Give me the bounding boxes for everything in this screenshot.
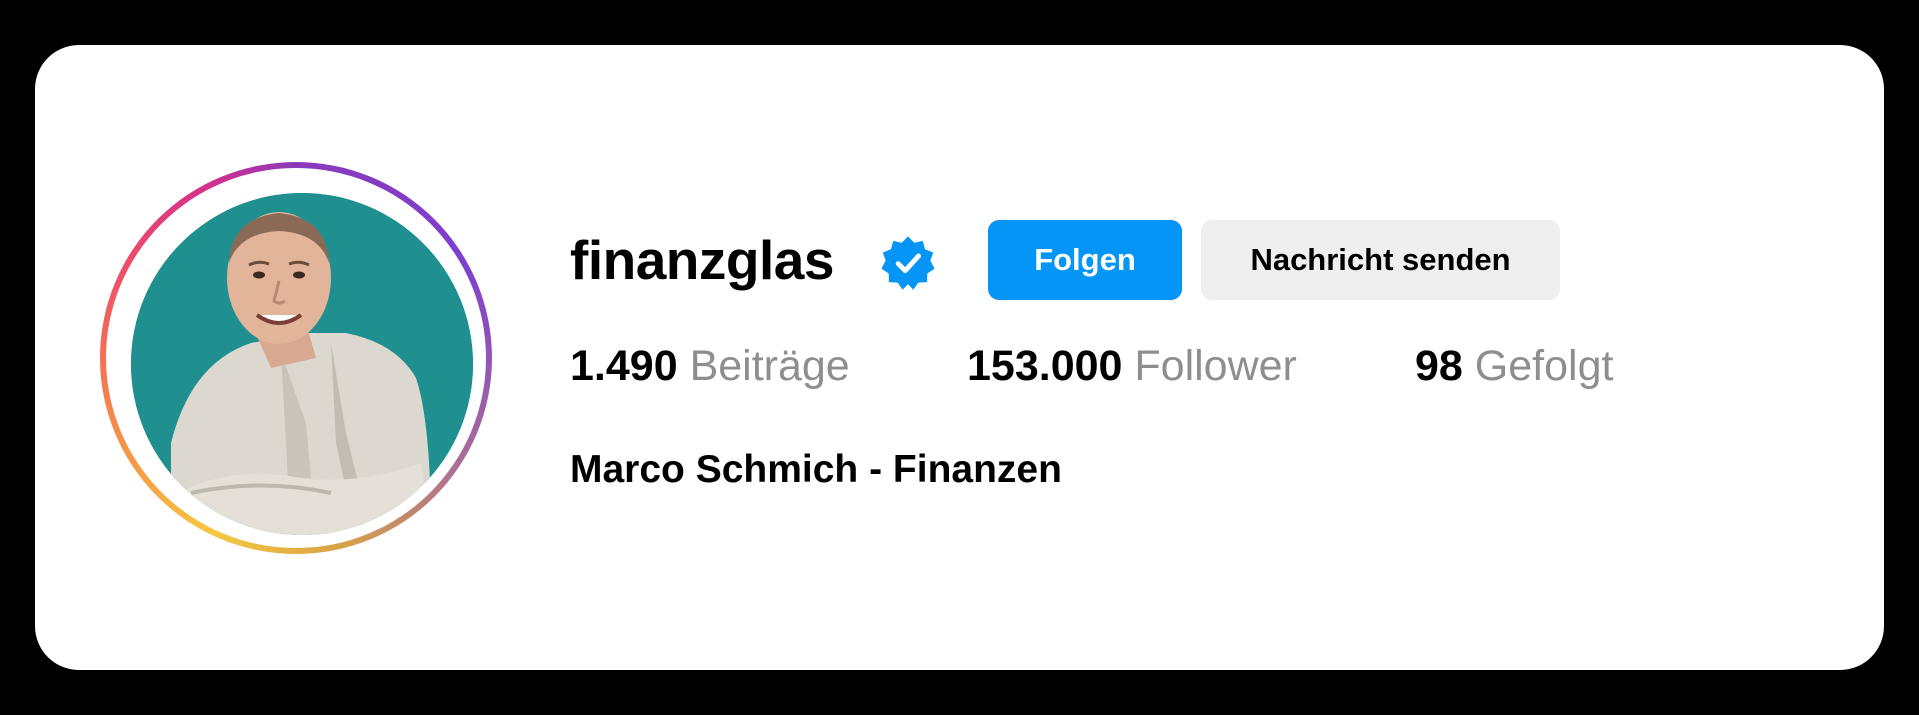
followers-count: 153.000	[967, 342, 1123, 390]
avatar[interactable]	[131, 193, 473, 535]
profile-full-name: Marco Schmich - Finanzen	[570, 448, 1062, 491]
following-label: Gefolgt	[1474, 342, 1614, 390]
verified-badge-icon	[881, 236, 935, 290]
followers-label: Follower	[1134, 342, 1297, 390]
following-count: 98	[1415, 342, 1463, 390]
stat-posts[interactable]: 1.490 Beiträge	[570, 345, 850, 388]
profile-username: finanzglas	[570, 229, 834, 291]
posts-count: 1.490	[570, 342, 678, 390]
send-message-button[interactable]: Nachricht senden	[1201, 220, 1560, 300]
profile-card: finanzglas Folgen Nachricht senden 1.490…	[35, 45, 1884, 670]
posts-label: Beiträge	[689, 342, 850, 390]
stat-following[interactable]: 98 Gefolgt	[1415, 345, 1613, 388]
avatar-story-ring[interactable]	[100, 162, 492, 554]
avatar-ring-gap	[106, 168, 486, 548]
follow-button[interactable]: Folgen	[988, 220, 1182, 300]
avatar-photo	[131, 193, 473, 535]
stat-followers[interactable]: 153.000 Follower	[967, 345, 1297, 388]
